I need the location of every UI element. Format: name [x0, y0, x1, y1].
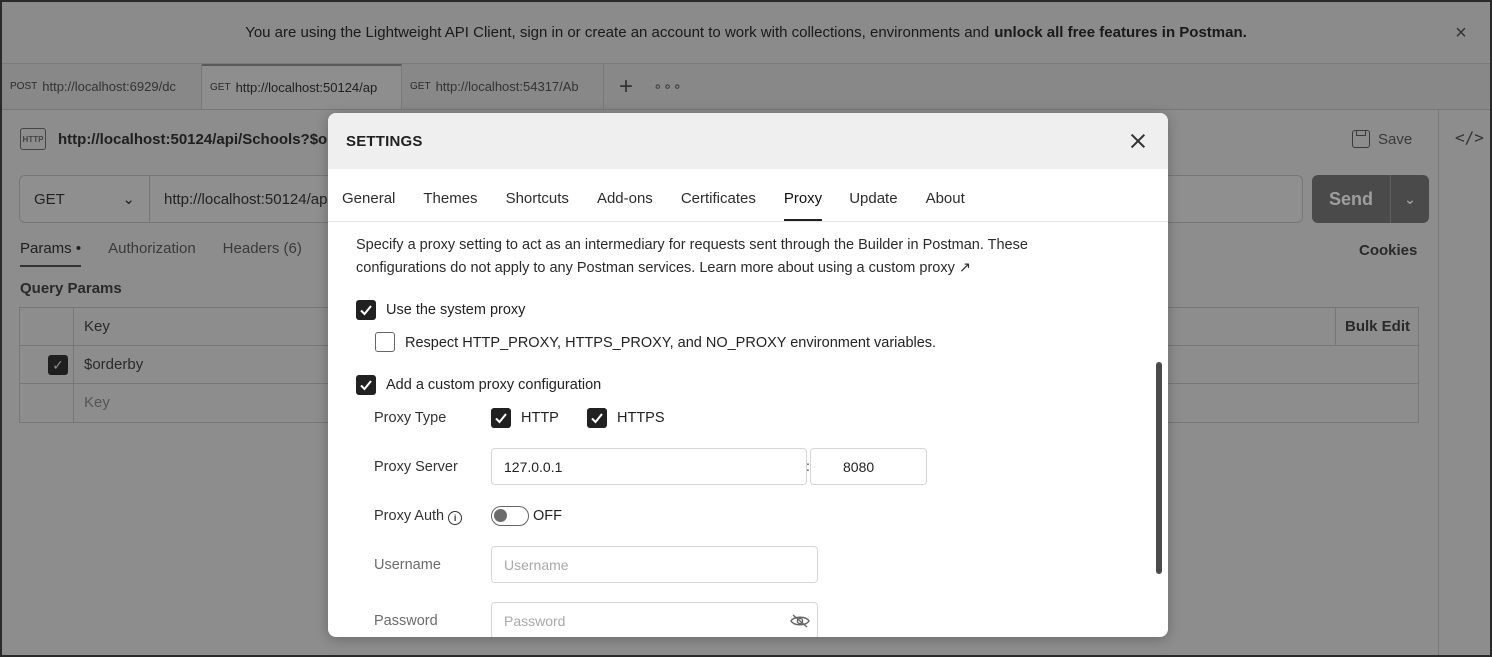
http-checkbox[interactable]: [491, 408, 511, 428]
tab-method: GET: [210, 82, 231, 93]
close-icon[interactable]: ×: [1452, 23, 1470, 43]
proxy-type-label: Proxy Type: [374, 410, 447, 426]
tab-general[interactable]: General: [342, 190, 409, 221]
method-value: GET: [34, 190, 65, 208]
http-icon: HTTP: [20, 128, 46, 150]
http-label: HTTP: [521, 410, 559, 426]
eye-off-icon[interactable]: [790, 614, 810, 628]
tab-method: POST: [10, 81, 38, 92]
save-button[interactable]: Save: [1352, 126, 1412, 152]
plus-icon[interactable]: +: [604, 64, 648, 109]
tab-headers[interactable]: Headers (6): [223, 240, 302, 267]
param-key[interactable]: $orderby: [84, 356, 143, 373]
tab-certificates[interactable]: Certificates: [681, 190, 770, 221]
banner-text: You are using the Lightweight API Client…: [245, 24, 990, 41]
app-window: You are using the Lightweight API Client…: [0, 0, 1492, 657]
proxy-description: Specify a proxy setting to act as an int…: [356, 237, 1028, 276]
request-tab[interactable]: POST http://localhost:6929/dc: [2, 64, 202, 109]
request-title[interactable]: http://localhost:50124/api/Schools?$or: [58, 131, 333, 148]
https-checkbox[interactable]: [587, 408, 607, 428]
tab-update[interactable]: Update: [849, 190, 911, 221]
request-tab-bar: POST http://localhost:6929/dc GET http:/…: [2, 64, 1490, 110]
send-label: Send: [1328, 188, 1373, 209]
bulk-edit-button[interactable]: Bulk Edit: [1335, 308, 1419, 345]
tab-add-ons[interactable]: Add-ons: [597, 190, 667, 221]
request-param-tabs: Params • Authorization Headers (6): [20, 240, 302, 267]
info-icon[interactable]: i: [448, 511, 463, 525]
username-label: Username: [374, 557, 441, 573]
https-label: HTTPS: [617, 410, 665, 426]
tab-method: GET: [410, 81, 431, 92]
tab-shortcuts[interactable]: Shortcuts: [506, 190, 583, 221]
tab-themes[interactable]: Themes: [423, 190, 491, 221]
send-button[interactable]: Send ⌄: [1312, 175, 1429, 223]
proxy-auth-toggle[interactable]: [491, 506, 529, 526]
banner-bold-text[interactable]: unlock all free features in Postman.: [994, 24, 1247, 41]
code-icon[interactable]: </>: [1455, 128, 1484, 147]
settings-tabs: General Themes Shortcuts Add-ons Certifi…: [328, 169, 1168, 222]
username-input[interactable]: Username: [491, 546, 818, 583]
password-input[interactable]: Password: [491, 602, 818, 637]
proxy-auth-state: OFF: [533, 508, 562, 524]
settings-modal: SETTINGS General Themes Shortcuts Add-on…: [328, 113, 1168, 637]
save-icon: [1352, 130, 1370, 148]
custom-proxy-checkbox[interactable]: [356, 375, 376, 395]
proxy-host-input[interactable]: 127.0.0.1: [491, 448, 807, 485]
modal-title: SETTINGS: [346, 132, 423, 150]
close-icon[interactable]: [1128, 131, 1148, 151]
chevron-down-icon: ⌄: [122, 191, 135, 208]
save-label: Save: [1378, 130, 1413, 148]
tab-authorization[interactable]: Authorization: [108, 240, 196, 267]
tab-proxy[interactable]: Proxy: [783, 190, 823, 221]
tab-url: http://localhost:50124/ap: [235, 80, 378, 95]
tab-about[interactable]: About: [926, 190, 979, 221]
tab-url: http://localhost:6929/dc: [42, 79, 176, 94]
cookies-link[interactable]: Cookies: [1359, 242, 1417, 259]
more-options-icon[interactable]: ∘∘∘: [648, 64, 688, 109]
respect-env-checkbox[interactable]: [375, 332, 395, 352]
proxy-port-input[interactable]: 8080: [810, 448, 927, 485]
key-header: Key: [84, 318, 110, 335]
proxy-server-label: Proxy Server: [374, 459, 458, 475]
use-system-proxy-label: Use the system proxy: [386, 302, 526, 318]
right-sidebar: </>: [1438, 110, 1490, 655]
modal-scrollbar[interactable]: [1156, 362, 1162, 574]
method-select[interactable]: GET ⌄: [20, 176, 150, 222]
proxy-auth-label: Proxy Auth i: [374, 508, 463, 525]
password-label: Password: [374, 613, 438, 629]
param-checkbox[interactable]: ✓: [48, 355, 68, 375]
request-tab[interactable]: GET http://localhost:54317/Ab: [402, 64, 604, 109]
custom-proxy-label: Add a custom proxy configuration: [386, 377, 602, 393]
use-system-proxy-checkbox[interactable]: [356, 300, 376, 320]
proxy-settings-body: Specify a proxy setting to act as an int…: [328, 222, 1168, 637]
respect-env-label: Respect HTTP_PROXY, HTTPS_PROXY, and NO_…: [405, 335, 937, 351]
request-tab-active[interactable]: GET http://localhost:50124/ap: [202, 64, 402, 109]
url-input[interactable]: http://localhost:50124/ap: [150, 191, 327, 208]
tab-params[interactable]: Params •: [20, 240, 82, 267]
lightweight-client-banner: You are using the Lightweight API Client…: [2, 2, 1490, 64]
tab-url: http://localhost:54317/Ab: [435, 79, 579, 94]
query-params-label: Query Params: [20, 280, 122, 297]
request-title-row: HTTP http://localhost:50124/api/Schools?…: [20, 124, 333, 154]
key-placeholder[interactable]: Key: [84, 394, 110, 411]
chevron-down-icon[interactable]: ⌄: [1391, 191, 1429, 208]
modal-header: SETTINGS: [328, 113, 1168, 169]
